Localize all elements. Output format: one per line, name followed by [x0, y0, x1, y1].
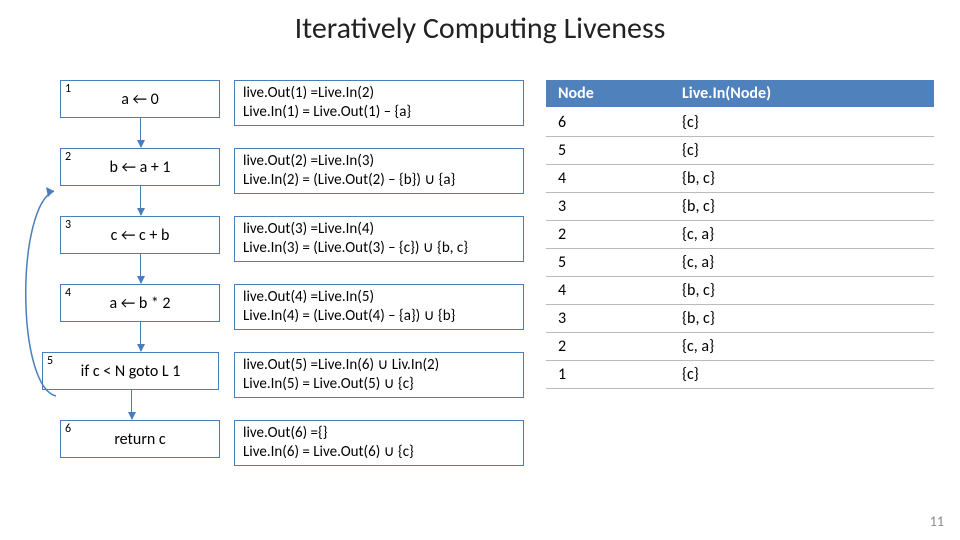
table-header-livein: Live.In(Node): [670, 80, 934, 108]
cfg-node-number: 5: [47, 354, 53, 368]
table-header-row: Node Live.In(Node): [546, 80, 934, 108]
table-row: 3{b, c}: [546, 193, 934, 221]
cell-livein: {b, c}: [670, 165, 934, 193]
slide-title: Iteratively Computing Liveness: [0, 10, 960, 47]
cell-livein: {c}: [670, 137, 934, 165]
cell-node: 6: [546, 108, 670, 137]
equation-in: Live.In(2) = (Live.Out(2) – {b}) ∪ {a}: [243, 171, 515, 190]
cfg-node-code: a ← 0: [121, 90, 159, 109]
table-row: 5{c, a}: [546, 249, 934, 277]
arrow-down-icon: [131, 389, 132, 419]
equation-out: live.Out(3) =Live.In(4): [243, 220, 515, 239]
equation-in: Live.In(6) = Live.Out(6) ∪ {c}: [243, 443, 515, 462]
equation-in: Live.In(3) = (Live.Out(3) – {c}) ∪ {b, c…: [243, 239, 515, 258]
cell-node: 4: [546, 165, 670, 193]
cell-node: 3: [546, 305, 670, 333]
cell-node: 2: [546, 221, 670, 249]
table-header-node: Node: [546, 80, 670, 108]
cfg-node-4: 4 a ← b * 2: [60, 284, 220, 322]
cfg-node-5: 5 if c < N goto L 1: [42, 352, 219, 390]
cfg-node-code: b ← a + 1: [109, 158, 170, 177]
cfg-node-number: 3: [65, 218, 71, 232]
table-row: 6{c}: [546, 108, 934, 137]
cfg-node-3: 3 c ← c + b: [60, 216, 220, 254]
arrow-down-icon: [140, 253, 141, 283]
cell-livein: {c}: [670, 361, 934, 389]
cfg-node-code: c ← c + b: [111, 226, 170, 245]
cfg-node-code: return c: [114, 430, 165, 449]
equation-block: live.Out(6) ={} Live.In(6) = Live.Out(6)…: [234, 420, 524, 466]
cfg-column: 1 a ← 0 2 b ← a + 1 3 c ← c + b 4 a ← b …: [60, 80, 220, 488]
equation-block: live.Out(1) =Live.In(2) Live.In(1) = Liv…: [234, 80, 524, 126]
equation-block: live.Out(4) =Live.In(5) Live.In(4) = (Li…: [234, 284, 524, 330]
cfg-node-6: 6 return c: [60, 420, 220, 458]
liveness-table: Node Live.In(Node) 6{c} 5{c} 4{b, c} 3{b…: [546, 80, 934, 389]
cfg-node-1: 1 a ← 0: [60, 80, 220, 118]
arrow-down-icon: [140, 117, 141, 147]
table-row: 1{c}: [546, 361, 934, 389]
cell-livein: {c, a}: [670, 221, 934, 249]
table-row: 2{c, a}: [546, 221, 934, 249]
cell-livein: {b, c}: [670, 193, 934, 221]
cell-node: 2: [546, 333, 670, 361]
equations-column: live.Out(1) =Live.In(2) Live.In(1) = Liv…: [234, 80, 524, 488]
cfg-node-2: 2 b ← a + 1: [60, 148, 220, 186]
slide: Iteratively Computing Liveness 1 a ← 0 2…: [0, 0, 960, 540]
equation-block: live.Out(5) =Live.In(6) ∪ Liv.In(2) Live…: [234, 352, 524, 398]
equation-in: Live.In(1) = Live.Out(1) – {a}: [243, 103, 515, 122]
cfg-node-number: 6: [65, 422, 71, 436]
cell-node: 5: [546, 137, 670, 165]
equation-out: live.Out(4) =Live.In(5): [243, 288, 515, 307]
table-row: 4{b, c}: [546, 277, 934, 305]
arrow-down-icon: [140, 321, 141, 351]
equation-in: Live.In(5) = Live.Out(5) ∪ {c}: [243, 375, 515, 394]
cfg-node-code: if c < N goto L 1: [81, 362, 181, 381]
equation-out: live.Out(5) =Live.In(6) ∪ Liv.In(2): [243, 356, 515, 375]
table-row: 4{b, c}: [546, 165, 934, 193]
table-row: 5{c}: [546, 137, 934, 165]
cell-livein: {b, c}: [670, 305, 934, 333]
cfg-node-number: 2: [65, 150, 71, 164]
cell-livein: {c, a}: [670, 249, 934, 277]
equation-out: live.Out(6) ={}: [243, 424, 515, 443]
cell-node: 3: [546, 193, 670, 221]
equation-out: live.Out(1) =Live.In(2): [243, 84, 515, 103]
cell-livein: {c}: [670, 108, 934, 137]
equation-block: live.Out(3) =Live.In(4) Live.In(3) = (Li…: [234, 216, 524, 262]
equation-out: live.Out(2) =Live.In(3): [243, 152, 515, 171]
cell-node: 4: [546, 277, 670, 305]
cell-node: 5: [546, 249, 670, 277]
equation-block: live.Out(2) =Live.In(3) Live.In(2) = (Li…: [234, 148, 524, 194]
cell-node: 1: [546, 361, 670, 389]
equation-in: Live.In(4) = (Live.Out(4) – {a}) ∪ {b}: [243, 307, 515, 326]
cfg-node-number: 1: [65, 82, 71, 96]
cfg-node-number: 4: [65, 286, 71, 300]
cfg-node-code: a ← b * 2: [109, 294, 170, 313]
arrow-down-icon: [140, 185, 141, 215]
table-row: 2{c, a}: [546, 333, 934, 361]
page-number: 11: [930, 513, 944, 530]
cell-livein: {b, c}: [670, 277, 934, 305]
cell-livein: {c, a}: [670, 333, 934, 361]
table-row: 3{b, c}: [546, 305, 934, 333]
